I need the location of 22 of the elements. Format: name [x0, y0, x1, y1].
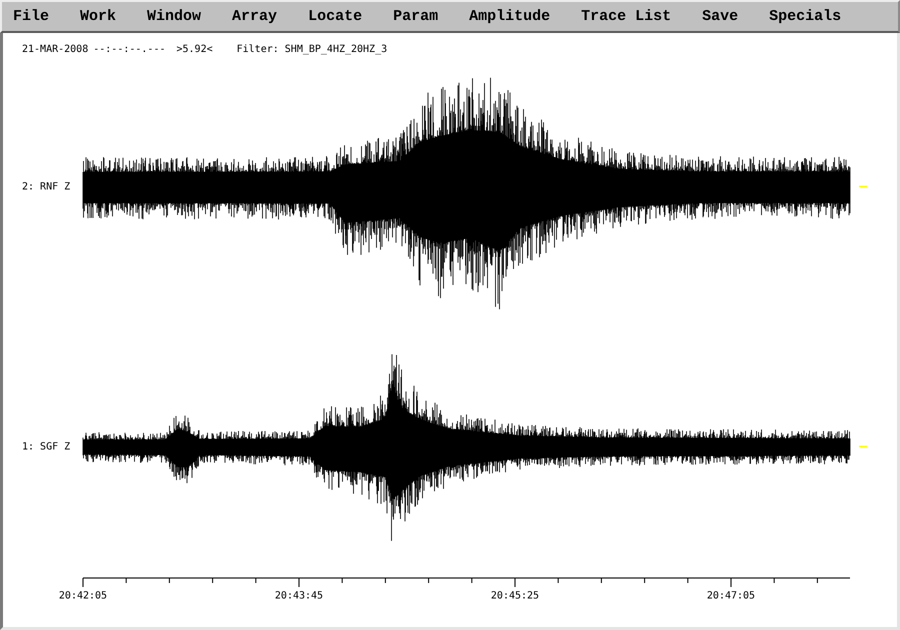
time-readout: --:--:--.---: [93, 44, 166, 56]
trace-label: 2: RNF Z: [22, 182, 70, 192]
menu-item[interactable]: Locate: [308, 8, 362, 26]
menu-item[interactable]: Param: [393, 8, 438, 26]
menu-item[interactable]: Save: [702, 8, 738, 26]
date-label: 21-MAR-2008: [22, 44, 88, 56]
marker-icon: [859, 446, 867, 448]
axis-label: 20:43:45: [274, 590, 324, 602]
menu-item[interactable]: Work: [80, 8, 116, 26]
menu-item[interactable]: Window: [147, 8, 202, 26]
amplitude-readout: >5.92<: [176, 44, 213, 56]
axis-label: 20:45:25: [490, 590, 540, 602]
axis-label: 20:42:05: [58, 590, 108, 602]
menu-item[interactable]: Trace List: [581, 8, 672, 26]
menu-item[interactable]: File: [13, 8, 50, 26]
menu-item[interactable]: Specials: [769, 8, 842, 26]
trace-label: 1: SGF Z: [22, 442, 70, 452]
axis-label: 20:47:05: [706, 590, 756, 602]
filter-label: Filter: SHM_BP_4HZ_20HZ_3: [236, 44, 388, 56]
menu-item[interactable]: Array: [232, 8, 278, 26]
menu-item[interactable]: Amplitude: [469, 8, 550, 26]
marker-icon: [859, 186, 867, 188]
